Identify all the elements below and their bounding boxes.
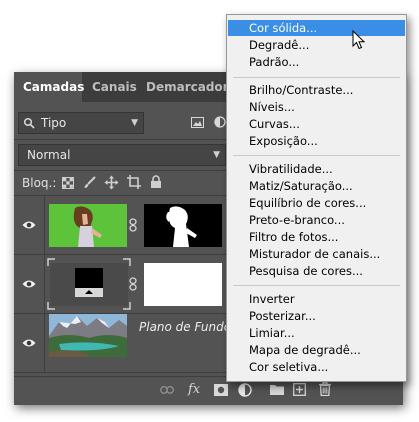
menu-item-equilibrio-de-cores[interactable]: Equilíbrio de cores... (228, 195, 405, 211)
background-thumbnail (49, 314, 127, 357)
adjustment-layer-menu: Cor sólida... Degradê... Padrão... Brilh… (226, 14, 407, 382)
layer-thumbnail (49, 204, 127, 247)
pixel-filter-icon[interactable] (191, 117, 204, 128)
menu-item-preto-e-branco[interactable]: Preto-e-branco... (228, 212, 405, 228)
menu-item-posterizar[interactable]: Posterizar... (228, 308, 405, 324)
eye-icon[interactable] (22, 279, 36, 289)
layer-mask-thumbnail (144, 263, 222, 306)
menu-item-cor-seletiva[interactable]: Cor seletiva... (228, 359, 405, 375)
menu-item-vibratilidade[interactable]: Vibratilidade... (228, 161, 405, 177)
filter-kind-value: Tipo (41, 116, 67, 130)
menu-item-niveis[interactable]: Níveis... (228, 99, 405, 115)
chevron-down-icon: ▼ (213, 150, 220, 160)
menu-item-misturador-de-canais[interactable]: Misturador de canais... (228, 246, 405, 262)
menu-item-padrao[interactable]: Padrão... (228, 54, 405, 70)
new-adjustment-layer-icon[interactable] (238, 383, 252, 397)
search-icon (23, 117, 35, 129)
tab-canais[interactable]: Canais (92, 72, 142, 102)
menu-item-filtro-de-fotos[interactable]: Filtro de fotos... (228, 229, 405, 245)
menu-item-exposicao[interactable]: Exposição... (228, 133, 405, 149)
lock-image-pixels-icon[interactable] (83, 176, 96, 189)
link-layers-icon[interactable] (160, 386, 174, 394)
lock-position-icon[interactable] (104, 175, 119, 190)
mouse-cursor-icon (352, 30, 366, 50)
menu-item-brilho-contraste[interactable]: Brilho/Contraste... (228, 82, 405, 98)
link-icon[interactable] (129, 218, 137, 232)
lock-artboard-icon[interactable] (127, 175, 141, 189)
add-mask-icon[interactable] (214, 384, 228, 396)
lock-all-icon[interactable] (150, 175, 162, 189)
menu-item-pesquisa-de-cores[interactable]: Pesquisa de cores... (228, 263, 405, 279)
menu-item-cor-solida[interactable]: Cor sólida... (228, 20, 405, 36)
blend-mode-value: Normal (27, 148, 71, 162)
adjustment-filter-icon[interactable] (214, 116, 226, 128)
menu-item-inverter[interactable]: Inverter (228, 291, 405, 307)
menu-item-degrade[interactable]: Degradê... (228, 37, 405, 53)
eye-icon[interactable] (22, 220, 36, 230)
menu-item-curvas[interactable]: Curvas... (228, 116, 405, 132)
menu-item-matiz-saturacao[interactable]: Matiz/Saturação... (228, 178, 405, 194)
layer-mask-thumbnail (144, 204, 222, 247)
folder-icon[interactable] (270, 384, 284, 395)
fx-icon[interactable]: fx (188, 382, 200, 397)
menu-item-mapa-de-degrade[interactable]: Mapa de degradê... (228, 342, 405, 358)
eye-icon[interactable] (22, 338, 36, 348)
blend-mode-select[interactable]: Normal ▼ (18, 144, 226, 166)
chevron-down-icon: ▼ (131, 118, 138, 128)
lock-label: Bloq.: (22, 176, 57, 190)
tab-camadas[interactable]: Camadas (14, 72, 84, 102)
layer-name: Plano de Fundo (139, 320, 232, 334)
trash-icon[interactable] (319, 382, 331, 396)
new-layer-icon[interactable] (293, 383, 306, 396)
lock-transparent-pixels-icon[interactable] (62, 177, 74, 189)
menu-item-limiar[interactable]: Limiar... (228, 325, 405, 341)
adjustment-thumbnail (47, 258, 131, 310)
filter-kind-select[interactable]: Tipo ▼ (18, 112, 144, 134)
link-icon[interactable] (129, 277, 137, 291)
